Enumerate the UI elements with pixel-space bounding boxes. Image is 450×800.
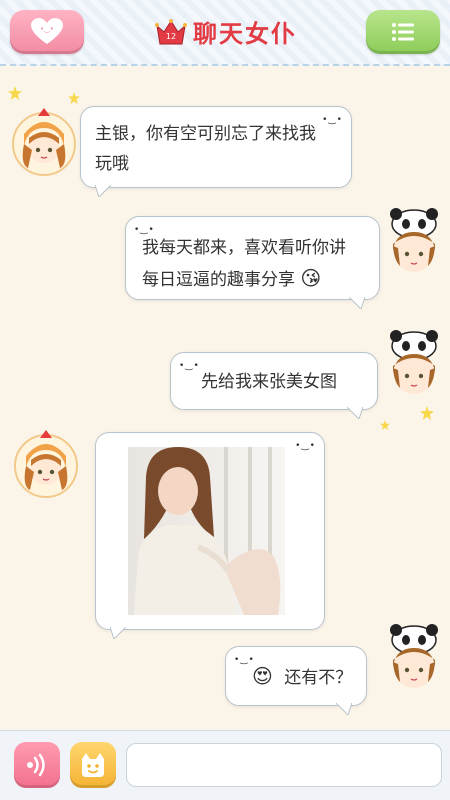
- crown-badge: 12: [165, 31, 177, 41]
- bubble-face: •‿•: [234, 655, 255, 665]
- bubble-tail: [95, 185, 111, 197]
- message-text: 每日逗逼的趣事分享: [142, 270, 295, 290]
- emoji-button[interactable]: [70, 742, 116, 788]
- star-icon: [380, 420, 390, 430]
- photo-image[interactable]: [128, 447, 285, 615]
- menu-button[interactable]: [366, 10, 440, 54]
- message-bubble[interactable]: •‿• 😍 还有不？: [225, 646, 367, 715]
- input-bar: [0, 730, 450, 800]
- bubble-face: •‿•: [322, 115, 343, 125]
- star-icon: [8, 86, 22, 100]
- message-bubble[interactable]: •‿• 主银，你有空可别忘了来找我 玩哦: [80, 106, 352, 197]
- message-text: 先给我来张美女图: [201, 372, 337, 392]
- message-bubble[interactable]: •‿• 先给我来张美女图: [170, 352, 378, 419]
- top-bar: •‿• 12 聊天女仆: [0, 0, 450, 66]
- user-avatar[interactable]: [380, 330, 448, 402]
- bubble-tail: [349, 297, 365, 309]
- star-icon: [68, 92, 80, 104]
- bubble-tail: [336, 703, 352, 715]
- maid-avatar[interactable]: [12, 428, 80, 500]
- message-input[interactable]: [126, 743, 442, 787]
- image-message-bubble[interactable]: •‿•: [95, 432, 325, 639]
- smiley-face-icon: [82, 753, 104, 777]
- voice-button[interactable]: [14, 742, 60, 788]
- heart-bubble-icon: •‿•: [31, 18, 63, 44]
- crown-icon: 12: [155, 18, 187, 46]
- heart-button[interactable]: •‿•: [10, 10, 84, 54]
- message-text: 😍 还有不？: [252, 661, 356, 693]
- svg-text:•‿•: •‿•: [40, 25, 54, 33]
- message-text: 还有不？: [284, 668, 353, 688]
- bubble-face: •‿•: [134, 225, 155, 235]
- user-avatar[interactable]: [380, 208, 448, 280]
- bubble-face: •‿•: [179, 361, 200, 371]
- page-title: 聊天女仆: [193, 19, 297, 48]
- kiss-emoji-icon: 😘: [300, 266, 322, 290]
- bubble-tail: [110, 627, 126, 639]
- star-icon: [420, 406, 434, 420]
- message-text: 我每天都来，喜欢看听你讲: [142, 238, 346, 258]
- message-text: 玩哦: [95, 154, 129, 174]
- menu-list-icon: [392, 23, 414, 41]
- bubble-tail: [347, 407, 363, 419]
- message-text: 主银，你有空可别忘了来找我: [95, 124, 316, 144]
- maid-avatar[interactable]: [10, 106, 78, 178]
- bubble-face: •‿•: [295, 441, 316, 451]
- chat-area[interactable]: •‿• 主银，你有空可别忘了来找我 玩哦 •‿• 我每天都来，喜欢看听你讲 每日…: [0, 68, 450, 728]
- message-bubble[interactable]: •‿• 我每天都来，喜欢看听你讲 每日逗逼的趣事分享 😘: [125, 216, 380, 309]
- user-avatar[interactable]: [380, 624, 448, 696]
- heart-eyes-emoji-icon: 😍: [252, 664, 273, 688]
- voice-wave-icon: [27, 753, 45, 777]
- message-text: 每日逗逼的趣事分享 😘: [142, 263, 367, 295]
- app-title: 12 聊天女仆: [155, 14, 297, 49]
